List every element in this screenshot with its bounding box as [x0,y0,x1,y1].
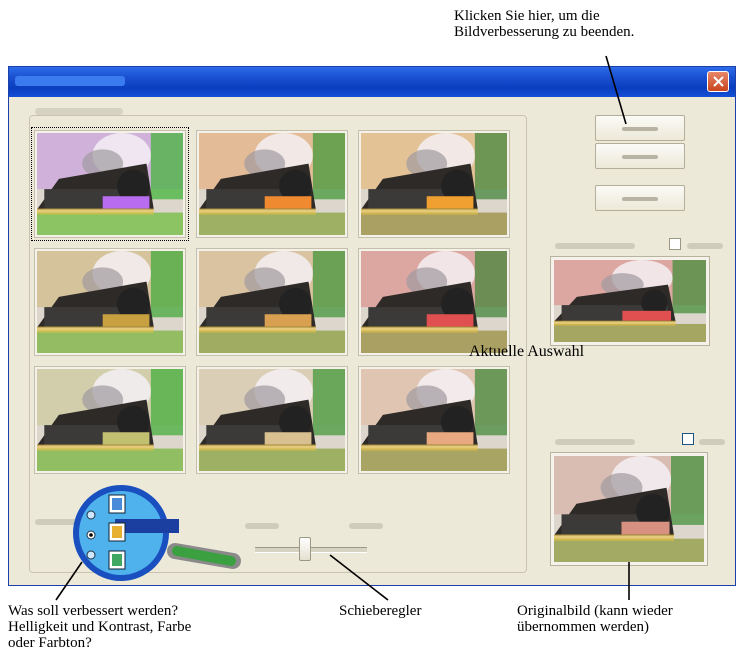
group-label [35,108,123,115]
current-selection-caption: Aktuelle Auswahl [469,343,585,360]
variation-thumbnail[interactable] [197,367,347,473]
slider-track[interactable] [255,547,367,553]
callout-exit-line-1: Klicken Sie hier, um die [454,8,600,24]
current-selection-checkbox[interactable] [669,238,681,250]
color-icon [108,522,126,542]
variation-thumbnail[interactable] [359,367,509,473]
variation-thumbnail[interactable] [359,249,509,355]
callout-slider: Schieberegler [339,603,422,619]
close-icon [713,76,724,87]
callout-original: Originalbild (kann wieder übernommen wer… [517,603,673,635]
callout-exit: Klicken Sie hier, um die Bildverbesserun… [454,8,634,40]
third-button[interactable] [595,185,685,211]
callout-what-line-2: Helligkeit und Kontrast, Farbe [8,619,192,635]
variation-image [199,369,345,471]
second-button[interactable] [595,143,685,169]
callout-original-line-2: übernommen werden) [517,619,650,635]
brightness-icon [108,494,126,514]
current-selection-preview [551,257,709,345]
variation-image [199,133,345,235]
callout-original-line-1: Originalbild (kann wieder [517,603,673,619]
finish-button[interactable] [595,115,685,141]
close-button[interactable] [707,71,729,92]
current-selection-label [555,243,635,249]
hue-radio [86,550,96,560]
title-bar[interactable] [9,67,735,97]
hue-icon [108,550,126,570]
slider-thumb[interactable] [299,537,311,561]
variation-thumbnail[interactable] [359,131,509,237]
window-title [15,76,125,86]
variation-image [361,251,507,353]
magnifier-mode-selector[interactable] [65,481,255,591]
variation-thumbnail[interactable] [35,249,185,355]
variation-thumbnail[interactable] [197,131,347,237]
variation-image [37,251,183,353]
callout-what-line-1: Was soll verbessert werden? [8,603,178,619]
variation-thumbnail[interactable] [31,127,189,241]
callout-what-to-improve: Was soll verbessert werden? Helligkeit u… [8,603,191,651]
original-label-2 [699,439,725,445]
variation-thumbnail[interactable] [35,367,185,473]
variation-image [361,133,507,235]
variation-image [199,251,345,353]
variation-image [361,369,507,471]
variation-image [37,369,183,471]
original-checkbox[interactable] [682,433,694,445]
callout-what-line-3: oder Farbton? [8,635,92,651]
variation-image [37,133,183,235]
enhancement-dialog: Aktuelle Auswahl [8,66,736,586]
current-selection-label-2 [687,243,723,249]
original-label [555,439,635,445]
callout-exit-line-2: Bildverbesserung zu beenden. [454,24,635,40]
slider-label-right [349,523,383,529]
brightness-radio [86,510,96,520]
original-image-preview[interactable] [551,453,707,565]
variation-thumbnail[interactable] [197,249,347,355]
